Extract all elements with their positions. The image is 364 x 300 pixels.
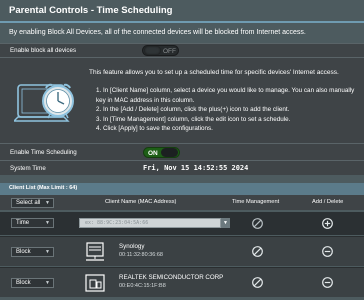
instruction-step: 2. In the [Add / Delete] column, click t… [96,106,290,113]
client-mode-dropdown[interactable]: Block ▼ [11,247,54,257]
chevron-down-icon: ▼ [45,220,50,226]
client-list-title: Client List (Max Limit : 64) [0,183,364,195]
client-mac: 00:E0:4C:15:1F:B8 [119,283,166,289]
page-description: By enabling Block All Devices, all of th… [9,29,306,36]
toggle-knob [144,46,161,55]
chevron-down-icon: ▼ [45,200,50,206]
info-panel: This feature allows you to set up a sche… [0,57,364,144]
client-mode: Block [16,249,31,255]
block-all-state: OFF [163,48,176,55]
client-dropdown-button[interactable]: ▼ [221,218,230,228]
system-time-row: System Time Fri, Nov 15 14:52:55 2024 [0,160,364,175]
column-client-name: Client Name (MAC Address) [105,199,177,205]
chevron-down-icon: ▼ [45,249,50,255]
instruction-step: 4. Click [Apply] to save the configurati… [96,125,213,132]
system-time-label: System Time [10,165,46,172]
time-scheduling-row: Enable Time Scheduling ON [0,143,364,160]
info-headline: This feature allows you to set up a sche… [89,69,339,76]
block-all-label: Enable block all devices [10,47,77,54]
time-scheduling-state: ON [148,150,158,157]
client-name: REALTEK SEMICONDUCTOR CORP [119,274,224,281]
new-client-mode-dropdown[interactable]: Time ▼ [11,218,54,228]
add-client-plus-icon[interactable] [322,218,333,229]
toggle-knob [161,148,178,157]
clock-and-computer-icon [14,83,74,122]
nas-server-icon [86,242,104,261]
column-time-management: Time Management [232,199,280,205]
delete-client-minus-icon[interactable] [322,277,333,288]
table-row: Block ▼ REALTEK SEMICONDUCTOR CORP 00:E0… [0,267,364,297]
new-client-mode: Time [16,220,30,226]
delete-client-minus-icon[interactable] [322,246,333,257]
edit-schedule-icon[interactable] [252,246,263,257]
block-all-toggle[interactable]: OFF [142,45,179,56]
instruction-step: 3. In [Time Management] column, click th… [96,115,291,123]
computer-icon [85,274,105,292]
system-time-value: Fri, Nov 15 14:52:55 2024 [143,164,249,172]
client-name: Synology [119,243,145,250]
column-add-delete: Add / Delete [312,199,344,205]
instruction-list: 1. In [Client Name] column, select a dev… [96,86,358,134]
mac-address-input[interactable]: ex: 88:9C:23:04:5A:66 [79,218,221,228]
client-table-header: Select all ▼ Client Name (MAC Address) T… [0,195,364,210]
edit-schedule-icon[interactable] [252,277,263,288]
title-divider [0,21,364,23]
table-row: Block ▼ Synology 00:11:32:80:36:68 [0,236,364,266]
client-mode: Block [16,280,31,286]
instruction-step: 1. In [Client Name] column, select a dev… [96,87,355,104]
chevron-down-icon: ▼ [45,280,50,286]
client-mode-dropdown[interactable]: Block ▼ [11,278,54,288]
page-title: Parental Controls - Time Scheduling [9,5,173,16]
select-all-label: Select all [16,200,41,206]
edit-disabled-icon [252,218,263,229]
select-all-dropdown[interactable]: Select all ▼ [11,198,54,208]
client-mac: 00:11:32:80:36:68 [119,252,163,258]
client-list-title-text: Client List (Max Limit : 64) [9,185,78,191]
time-scheduling-toggle[interactable]: ON [143,147,180,158]
new-client-row: Time ▼ ex: 88:9C:23:04:5A:66 ▼ [0,212,364,235]
block-all-row: Enable block all devices OFF [0,43,364,57]
time-scheduling-label: Enable Time Scheduling [10,149,77,156]
